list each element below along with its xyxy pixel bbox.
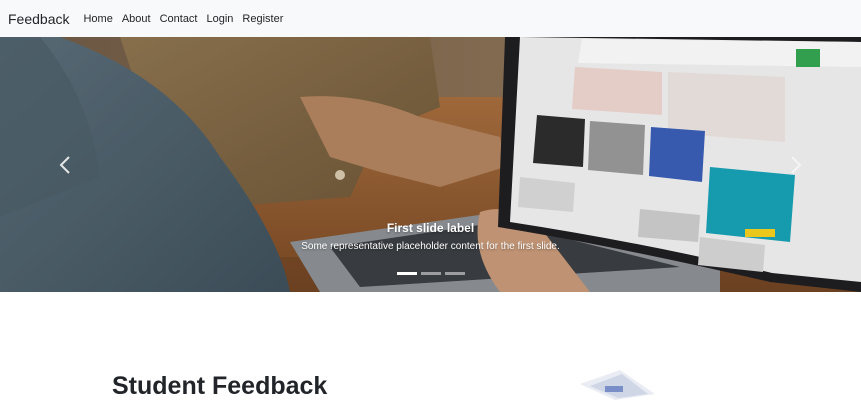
slide-text: Some representative placeholder content … bbox=[301, 241, 560, 252]
nav-link-home[interactable]: Home bbox=[83, 13, 112, 25]
section-heading: Student Feedback bbox=[112, 372, 328, 400]
chevron-left-icon bbox=[59, 155, 70, 174]
nav-link-contact[interactable]: Contact bbox=[160, 13, 198, 25]
carousel-caption: First slide label Some representative pl… bbox=[0, 220, 861, 254]
nav-link-about[interactable]: About bbox=[122, 13, 151, 25]
carousel-indicator-2[interactable] bbox=[420, 272, 441, 275]
feedback-illustration bbox=[580, 370, 655, 400]
navbar: Feedback Home About Contact Login Regist… bbox=[0, 0, 861, 37]
carousel-indicator-3[interactable] bbox=[444, 272, 465, 275]
brand-link[interactable]: Feedback bbox=[8, 11, 69, 27]
carousel-indicator-1[interactable] bbox=[396, 272, 417, 275]
nav-link-login[interactable]: Login bbox=[207, 13, 234, 25]
carousel-indicators bbox=[0, 272, 861, 275]
slide-label: First slide label bbox=[386, 221, 475, 235]
chevron-right-icon bbox=[791, 155, 802, 174]
nav-link-register[interactable]: Register bbox=[242, 13, 283, 25]
hero-carousel: First slide label Some representative pl… bbox=[0, 37, 861, 292]
